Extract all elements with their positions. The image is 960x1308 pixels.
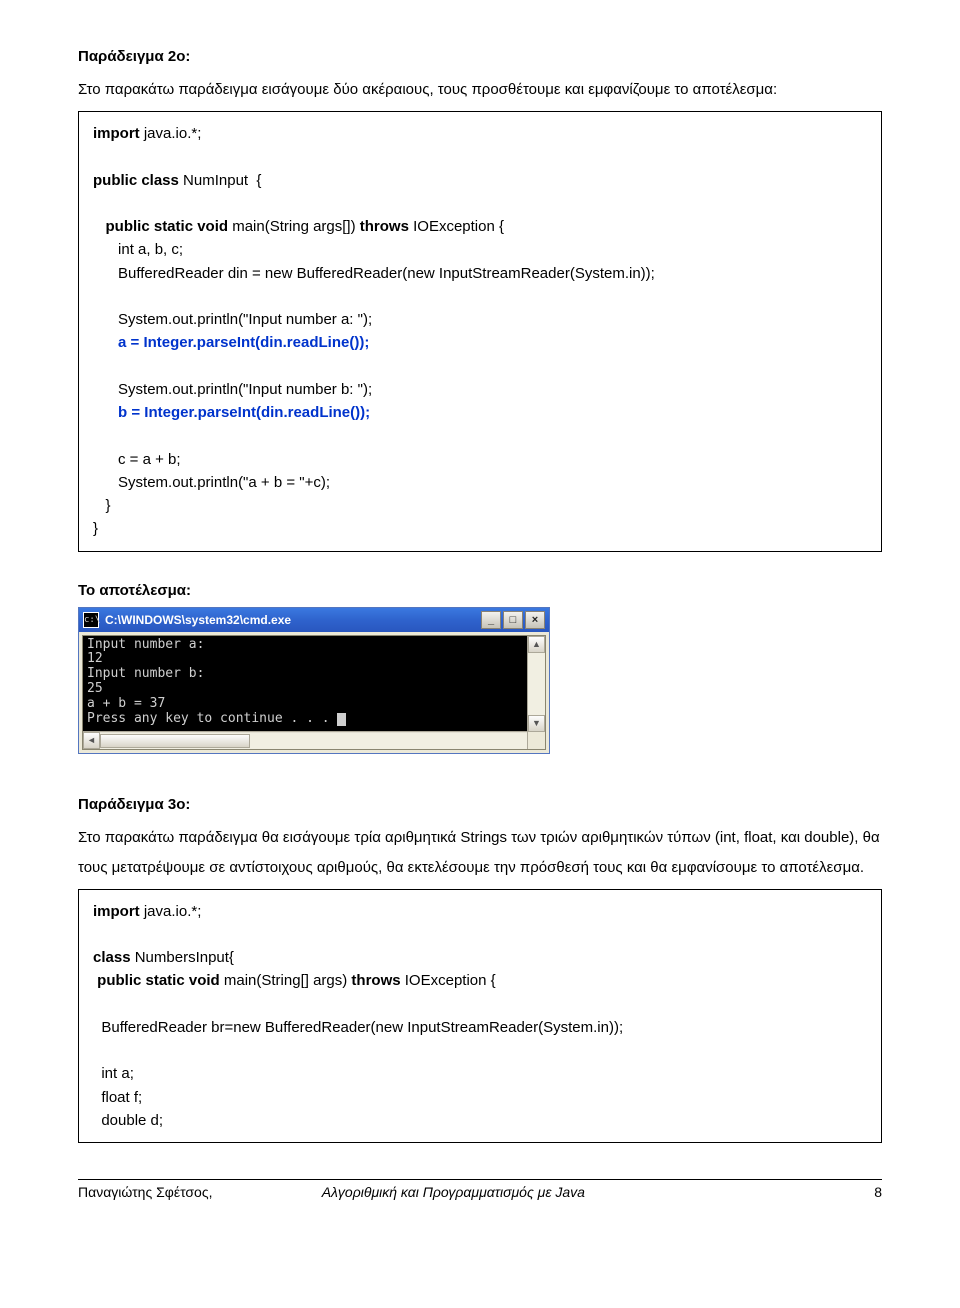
- example2-title: Παράδειγμα 2ο:: [78, 48, 882, 65]
- minimize-button[interactable]: _: [481, 611, 501, 629]
- code-text: System.out.println("a + b = "+c);: [93, 474, 330, 491]
- blue-line: a = Integer.parseInt(din.readLine());: [93, 334, 369, 351]
- code-text: NumInput {: [179, 172, 262, 189]
- scroll-up-icon[interactable]: ▲: [528, 636, 545, 653]
- code-text: BufferedReader br=new BufferedReader(new…: [93, 1019, 623, 1036]
- example2-code: import java.io.*; public class NumInput …: [78, 111, 882, 552]
- close-button[interactable]: ×: [525, 611, 545, 629]
- kw-method: public static void: [106, 218, 229, 235]
- scroll-down-icon[interactable]: ▼: [528, 715, 545, 732]
- footer-pagenum: 8: [874, 1184, 882, 1200]
- maximize-button[interactable]: □: [503, 611, 523, 629]
- footer-course: Αλγοριθμική και Προγραμματισμός με Java: [322, 1184, 585, 1200]
- kw-throws: throws: [360, 218, 409, 235]
- console-line: Input number b:: [87, 666, 204, 681]
- console-line: 12: [87, 651, 103, 666]
- blue-line: b = Integer.parseInt(din.readLine());: [93, 404, 370, 421]
- console-line: Press any key to continue . . .: [87, 711, 337, 726]
- code-text: NumbersInput{: [131, 949, 234, 966]
- example3-intro: Στο παρακάτω παράδειγμα θα εισάγουμε τρί…: [78, 823, 882, 883]
- footer-separator: [78, 1179, 882, 1180]
- kw-method: public static void: [93, 972, 220, 989]
- footer-author: Παναγιώτης Σφέτσος,: [78, 1184, 212, 1200]
- console-line: Input number a:: [87, 637, 204, 652]
- vertical-scrollbar[interactable]: ▲ ▼: [527, 636, 545, 732]
- page-footer: Παναγιώτης Σφέτσος, Αλγοριθμική και Προγ…: [78, 1184, 882, 1212]
- code-text: IOException {: [401, 972, 496, 989]
- code-text: System.out.println("Input number a: ");: [93, 311, 372, 328]
- code-text: main(String[] args): [220, 972, 352, 989]
- code-text: int a;: [93, 1065, 134, 1082]
- console-output: Input number a: 12 Input number b: 25 a …: [83, 636, 545, 730]
- code-text: double d;: [93, 1112, 163, 1129]
- console-line: 25: [87, 681, 103, 696]
- console-title: C:\WINDOWS\system32\cmd.exe: [105, 613, 481, 627]
- kw-class: class: [93, 949, 131, 966]
- example2-intro: Στο παρακάτω παράδειγμα εισάγουμε δύο ακ…: [78, 75, 882, 105]
- console-titlebar: c:\ C:\WINDOWS\system32\cmd.exe _ □ ×: [79, 608, 549, 632]
- code-text: float f;: [93, 1089, 142, 1106]
- result-label: Το αποτέλεσμα:: [78, 582, 882, 599]
- kw-import: import: [93, 903, 140, 920]
- console-line: a + b = 37: [87, 696, 165, 711]
- code-text: BufferedReader din = new BufferedReader(…: [93, 265, 655, 282]
- code-text: }: [93, 497, 111, 514]
- code-text: System.out.println("Input number b: ");: [93, 381, 372, 398]
- code-text: }: [93, 520, 98, 537]
- horizontal-scrollbar[interactable]: ◄ ►: [83, 731, 545, 749]
- code-text: main(String args[]): [228, 218, 360, 235]
- cmd-icon: c:\: [83, 612, 99, 628]
- h-thumb[interactable]: [100, 734, 250, 748]
- kw-class: public class: [93, 172, 179, 189]
- code-text: java.io.*;: [140, 903, 202, 920]
- code-text: c = a + b;: [93, 451, 181, 468]
- h-track[interactable]: [100, 732, 528, 749]
- scroll-left-icon[interactable]: ◄: [83, 732, 100, 749]
- console-body: Input number a: 12 Input number b: 25 a …: [82, 635, 546, 750]
- kw-import: import: [93, 125, 140, 142]
- code-text: IOException {: [409, 218, 504, 235]
- code-text: int a, b, c;: [93, 241, 183, 258]
- v-track[interactable]: [528, 653, 545, 715]
- example3-code: import java.io.*; class NumbersInput{ pu…: [78, 889, 882, 1144]
- scroll-corner: [527, 731, 545, 749]
- console-window: c:\ C:\WINDOWS\system32\cmd.exe _ □ × In…: [78, 607, 550, 754]
- cursor-icon: [337, 713, 346, 726]
- example3-title: Παράδειγμα 3ο:: [78, 796, 882, 813]
- kw-throws: throws: [351, 972, 400, 989]
- code-text: java.io.*;: [140, 125, 202, 142]
